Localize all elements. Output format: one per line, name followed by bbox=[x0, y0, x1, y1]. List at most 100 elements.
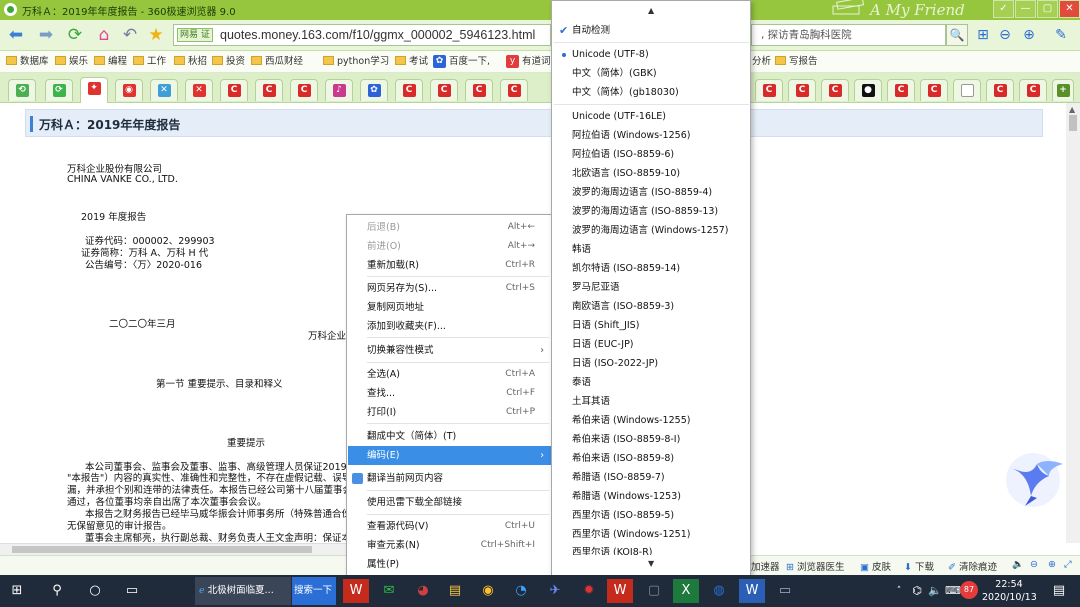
bookmark-link[interactable]: 分析 bbox=[752, 55, 771, 69]
encoding-item[interactable]: 日语 (Shift_JIS) bbox=[553, 316, 750, 335]
encoding-item[interactable]: 中文（简体）(GBK) bbox=[553, 64, 750, 83]
tab-app[interactable]: C bbox=[290, 79, 318, 101]
bookmark-folder[interactable]: 投资 bbox=[212, 55, 245, 69]
bird-app-icon[interactable]: ✈ bbox=[542, 579, 568, 603]
bookmark-folder[interactable]: 西瓜财经 bbox=[251, 55, 303, 69]
tab-app[interactable]: ⟳ bbox=[45, 79, 73, 101]
menu-item-add-favorite[interactable]: 添加到收藏夹(F)... bbox=[348, 317, 551, 336]
encoding-item[interactable]: 泰语 bbox=[553, 373, 750, 392]
menu-item-find[interactable]: 查找... Ctrl+F bbox=[348, 384, 551, 403]
file-explorer-icon[interactable]: ▤ bbox=[442, 579, 468, 603]
encoding-item[interactable]: 韩语 bbox=[553, 240, 750, 259]
encoding-item[interactable]: Unicode (UTF-16LE) bbox=[553, 107, 750, 126]
search-icon[interactable]: ⚲ bbox=[44, 579, 70, 603]
taskbar-search-button[interactable]: 搜索一下 bbox=[292, 577, 336, 605]
edge-icon[interactable]: ◔ bbox=[508, 579, 534, 603]
bookmark-folder[interactable]: python学习 bbox=[323, 55, 389, 69]
new-tab-button[interactable]: + bbox=[1052, 79, 1074, 101]
tab-app[interactable] bbox=[953, 79, 981, 101]
encoding-item[interactable]: 南欧语言 (ISO-8859-3) bbox=[553, 297, 750, 316]
tab-app[interactable]: C bbox=[788, 79, 816, 101]
tab-app[interactable]: ♪ bbox=[325, 79, 353, 101]
menu-item-select-all[interactable]: 全选(A) Ctrl+A bbox=[348, 365, 551, 384]
wps-writer-icon[interactable]: W bbox=[607, 579, 633, 603]
circle-app-icon[interactable]: ◍ bbox=[706, 579, 732, 603]
encoding-item[interactable]: 希伯来语 (ISO-8859-8-I) bbox=[553, 430, 750, 449]
app-window-icon[interactable]: ▢ bbox=[641, 579, 667, 603]
search-icon[interactable]: 🔍 bbox=[946, 24, 968, 46]
tab-app[interactable]: ⟲ bbox=[8, 79, 36, 101]
tab-app[interactable]: C bbox=[500, 79, 528, 101]
tab-app[interactable]: ✿ bbox=[360, 79, 388, 101]
bookmark-folder[interactable]: 娱乐 bbox=[55, 55, 88, 69]
volume-icon[interactable]: 🔈 bbox=[1012, 559, 1024, 570]
bookmark-folder[interactable]: 考试 bbox=[395, 55, 428, 69]
menu-item-reload[interactable]: 重新加载(R) Ctrl+R bbox=[348, 256, 551, 275]
scroll-up-arrow-icon[interactable]: ▲ bbox=[648, 6, 654, 15]
minimize-button[interactable]: — bbox=[1015, 0, 1036, 18]
cortana-icon[interactable]: ○ bbox=[82, 579, 108, 603]
tab-app[interactable]: ● bbox=[854, 79, 882, 101]
wechat-icon[interactable]: ✉ bbox=[376, 579, 402, 603]
tab-app[interactable]: C bbox=[986, 79, 1014, 101]
url-field[interactable]: 网易 证 quotes.money.163.com/f10/ggmx_00000… bbox=[173, 24, 551, 46]
home-icon[interactable]: ⌂ bbox=[94, 25, 114, 45]
menu-item-translate-page[interactable]: 翻译当前网页内容 bbox=[348, 469, 551, 488]
expand-icon[interactable]: ⤢ bbox=[1064, 559, 1072, 570]
bookmark-link[interactable]: ✿ 百度一下, bbox=[433, 55, 490, 69]
tab-app[interactable]: C bbox=[255, 79, 283, 101]
scroll-thumb[interactable] bbox=[1069, 115, 1077, 131]
360-browser-icon[interactable]: ◉ bbox=[475, 579, 501, 603]
encoding-item[interactable]: 希腊语 (Windows-1253) bbox=[553, 487, 750, 506]
bookmark-folder[interactable]: 编程 bbox=[94, 55, 127, 69]
settings-gear-icon[interactable]: ✹ bbox=[576, 579, 602, 603]
excel-icon[interactable]: X bbox=[673, 579, 699, 603]
tools-wrench-icon[interactable]: ✎ bbox=[1052, 26, 1070, 44]
menu-item-inspect[interactable]: 审查元素(N) Ctrl+Shift+I bbox=[348, 536, 551, 555]
maximize-button[interactable]: ▢ bbox=[1037, 0, 1058, 18]
monitor-icon[interactable]: ▭ bbox=[772, 579, 798, 603]
tray-chevron-icon[interactable]: ˄ bbox=[892, 579, 906, 603]
skin-status-button[interactable]: ▣ 皮肤 bbox=[860, 559, 891, 573]
skin-button[interactable]: ✓ bbox=[993, 0, 1014, 18]
refresh-icon[interactable]: ⟳ bbox=[65, 25, 85, 45]
encoding-item[interactable]: 西里尔语 (KOI8-R) bbox=[553, 543, 750, 555]
tab-app[interactable]: C bbox=[430, 79, 458, 101]
zoom-out-status-icon[interactable]: ⊖ bbox=[1030, 559, 1038, 570]
bookmark-folder[interactable]: 工作 bbox=[133, 55, 166, 69]
tab-app[interactable]: C bbox=[755, 79, 783, 101]
undo-close-icon[interactable]: ↶ bbox=[120, 25, 140, 45]
encoding-item[interactable]: 日语 (ISO-2022-JP) bbox=[553, 354, 750, 373]
encoding-item[interactable]: 希腊语 (ISO-8859-7) bbox=[553, 468, 750, 487]
menu-item-compat-mode[interactable]: 切换兼容性模式 › bbox=[348, 341, 551, 360]
menu-item-forward[interactable]: 前进(O) Alt+→ bbox=[348, 237, 551, 256]
encoding-item[interactable]: 中文（简体）(gb18030) bbox=[553, 83, 750, 102]
app-icon[interactable]: ◕ bbox=[410, 579, 436, 603]
word-icon[interactable]: W bbox=[739, 579, 765, 603]
encoding-item[interactable]: 凯尔特语 (ISO-8859-14) bbox=[553, 259, 750, 278]
windows-start-icon[interactable]: ⊞ bbox=[4, 579, 30, 603]
network-icon[interactable]: ⌬ bbox=[908, 579, 926, 603]
encoding-item[interactable]: 西里尔语 (ISO-8859-5) bbox=[553, 506, 750, 525]
tab-app[interactable]: C bbox=[465, 79, 493, 101]
menu-item-encoding[interactable]: 编码(E) › bbox=[348, 446, 551, 465]
menu-item-xunlei-download[interactable]: 使用迅雷下载全部链接 bbox=[348, 493, 551, 512]
menu-item-view-source[interactable]: 查看源代码(V) Ctrl+U bbox=[348, 517, 551, 536]
menu-item-properties[interactable]: 属性(P) bbox=[348, 555, 551, 574]
close-button[interactable]: ✕ bbox=[1059, 0, 1080, 18]
zoom-in-icon[interactable]: ⊕ bbox=[1020, 26, 1038, 44]
tab-app[interactable]: ◉ bbox=[115, 79, 143, 101]
encoding-item[interactable]: 北欧语言 (ISO-8859-10) bbox=[553, 164, 750, 183]
tab-app[interactable]: C bbox=[887, 79, 915, 101]
zoom-out-icon[interactable]: ⊖ bbox=[996, 26, 1014, 44]
menu-item-translate-chinese[interactable]: 翻成中文（简体）(T) bbox=[348, 427, 551, 446]
encoding-item[interactable]: 希伯来语 (Windows-1255) bbox=[553, 411, 750, 430]
tab-app[interactable]: C bbox=[920, 79, 948, 101]
encoding-item[interactable]: 波罗的海周边语言 (ISO-8859-4) bbox=[553, 183, 750, 202]
encoding-item[interactable]: 罗马尼亚语 bbox=[553, 278, 750, 297]
menu-item-copy-url[interactable]: 复制网页地址 bbox=[348, 298, 551, 317]
task-view-icon[interactable]: ▭ bbox=[119, 579, 145, 603]
browser-doctor-button[interactable]: ⊞ 浏览器医生 bbox=[786, 559, 845, 573]
volume-tray-icon[interactable]: 🔈 bbox=[926, 579, 944, 603]
encoding-item[interactable]: 日语 (EUC-JP) bbox=[553, 335, 750, 354]
